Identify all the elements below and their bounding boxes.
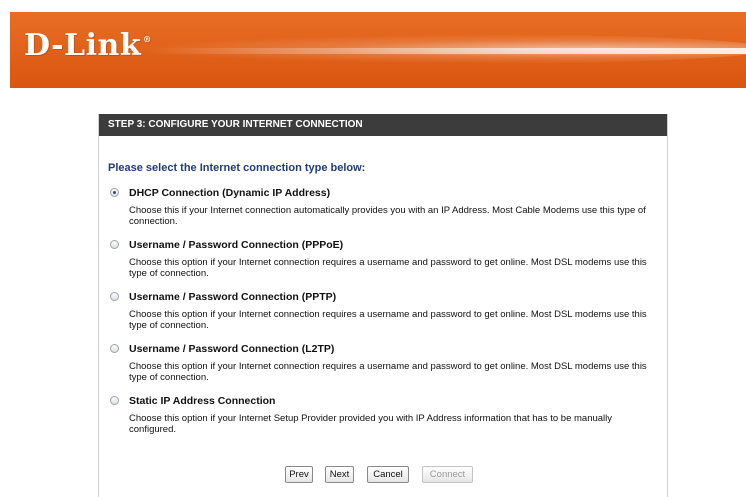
prev-button[interactable]: Prev: [285, 466, 313, 483]
banner-swoosh-line: [150, 48, 746, 54]
cancel-button[interactable]: Cancel: [367, 466, 409, 483]
option-description: Choose this option if your Internet Setu…: [129, 413, 613, 435]
radio-static-ip[interactable]: [110, 396, 119, 405]
option-description: Choose this option if your Internet conn…: [129, 257, 647, 279]
option-title[interactable]: Username / Password Connection (PPTP): [129, 291, 336, 303]
radio-l2tp[interactable]: [110, 344, 119, 353]
wizard-panel: STEP 3: CONFIGURE YOUR INTERNET CONNECTI…: [98, 114, 668, 497]
next-button[interactable]: Next: [325, 466, 354, 483]
option-description: Choose this option if your Internet conn…: [129, 361, 647, 383]
step-header: STEP 3: CONFIGURE YOUR INTERNET CONNECTI…: [99, 114, 667, 136]
option-title[interactable]: Username / Password Connection (PPPoE): [129, 239, 343, 251]
radio-pppoe[interactable]: [110, 240, 119, 249]
prompt-text: Please select the Internet connection ty…: [108, 162, 366, 174]
option-title[interactable]: DHCP Connection (Dynamic IP Address): [129, 187, 330, 199]
dlink-logo: D-Link ®: [24, 28, 152, 63]
dlink-banner: D-Link ®: [10, 12, 746, 88]
logo-text: D-Link: [24, 28, 142, 63]
option-description: Choose this option if your Internet conn…: [129, 309, 647, 331]
radio-pptp[interactable]: [110, 292, 119, 301]
connect-button: Connect: [422, 466, 473, 483]
radio-dhcp[interactable]: [110, 188, 119, 197]
option-title[interactable]: Username / Password Connection (L2TP): [129, 343, 334, 355]
option-title[interactable]: Static IP Address Connection: [129, 395, 275, 407]
option-description: Choose this if your Internet connection …: [129, 205, 646, 227]
registered-mark: ®: [143, 34, 152, 44]
